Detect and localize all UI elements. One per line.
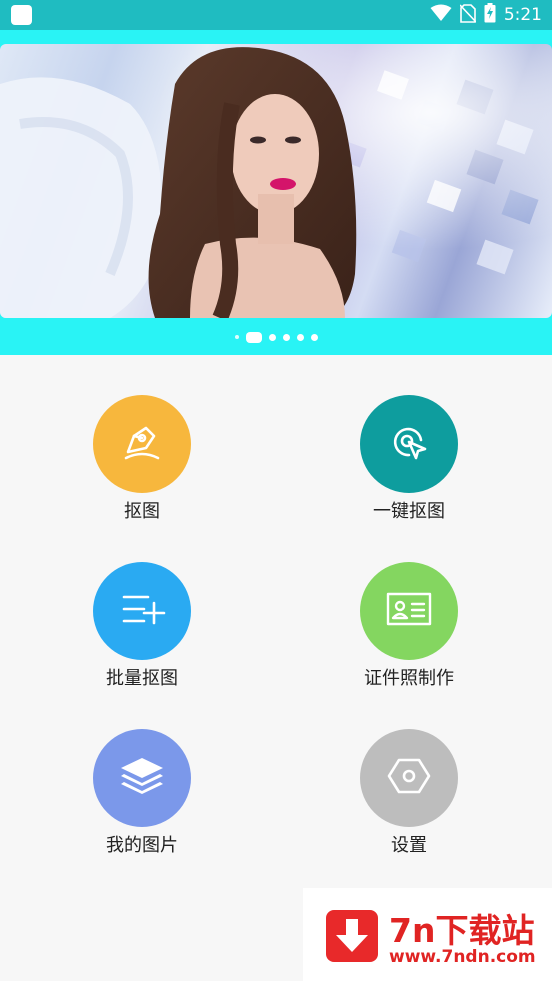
watermark-url: www.7ndn.com [389, 947, 536, 967]
cutout-label: 抠图 [124, 501, 160, 522]
carousel-dot[interactable] [310, 333, 318, 341]
carousel-dot[interactable] [268, 333, 276, 341]
id-photo-label: 证件照制作 [364, 668, 454, 689]
status-time: 5:21 [503, 5, 542, 25]
watermark: 7n下载站 www.7ndn.com [303, 888, 552, 981]
target-cursor-icon [387, 420, 431, 468]
id-card-icon [386, 591, 432, 631]
settings-button[interactable] [360, 729, 458, 827]
my-pictures-button[interactable] [93, 729, 191, 827]
battery-charging-icon [484, 3, 496, 27]
carousel-indicator [0, 330, 552, 344]
menu-item-my-pictures[interactable]: 我的图片 [52, 729, 232, 857]
list-add-icon [118, 587, 166, 635]
carousel-dot-active[interactable] [245, 331, 262, 343]
banner-image[interactable] [0, 44, 552, 318]
menu-item-batch-cutout[interactable]: 批量抠图 [52, 562, 232, 690]
id-photo-button[interactable] [360, 562, 458, 660]
menu-item-settings[interactable]: 设置 [319, 729, 499, 857]
banner-carousel[interactable] [0, 30, 552, 355]
status-icons: 5:21 [430, 3, 542, 27]
download-logo-icon [326, 910, 378, 962]
watermark-title: 7n下载站 [389, 911, 535, 950]
menu-item-one-click-cutout[interactable]: 一键抠图 [319, 395, 499, 523]
notification-app-icon [11, 5, 32, 25]
carousel-dot[interactable] [282, 333, 290, 341]
wifi-icon [430, 4, 452, 26]
layers-icon [119, 756, 165, 800]
batch-cutout-label: 批量抠图 [106, 668, 178, 689]
my-pictures-label: 我的图片 [106, 835, 178, 856]
menu-item-cutout[interactable]: 抠图 [52, 395, 232, 523]
cutout-button[interactable] [93, 395, 191, 493]
menu-item-id-photo[interactable]: 证件照制作 [319, 562, 499, 690]
carousel-dot[interactable] [296, 333, 304, 341]
status-bar: 5:21 [0, 0, 552, 30]
pen-nib-icon [120, 420, 164, 468]
settings-label: 设置 [391, 835, 427, 856]
batch-cutout-button[interactable] [93, 562, 191, 660]
no-sim-icon [459, 3, 477, 27]
one-click-cutout-label: 一键抠图 [373, 501, 445, 522]
one-click-cutout-button[interactable] [360, 395, 458, 493]
hexagon-settings-icon [387, 756, 431, 800]
carousel-dot[interactable] [234, 335, 239, 339]
